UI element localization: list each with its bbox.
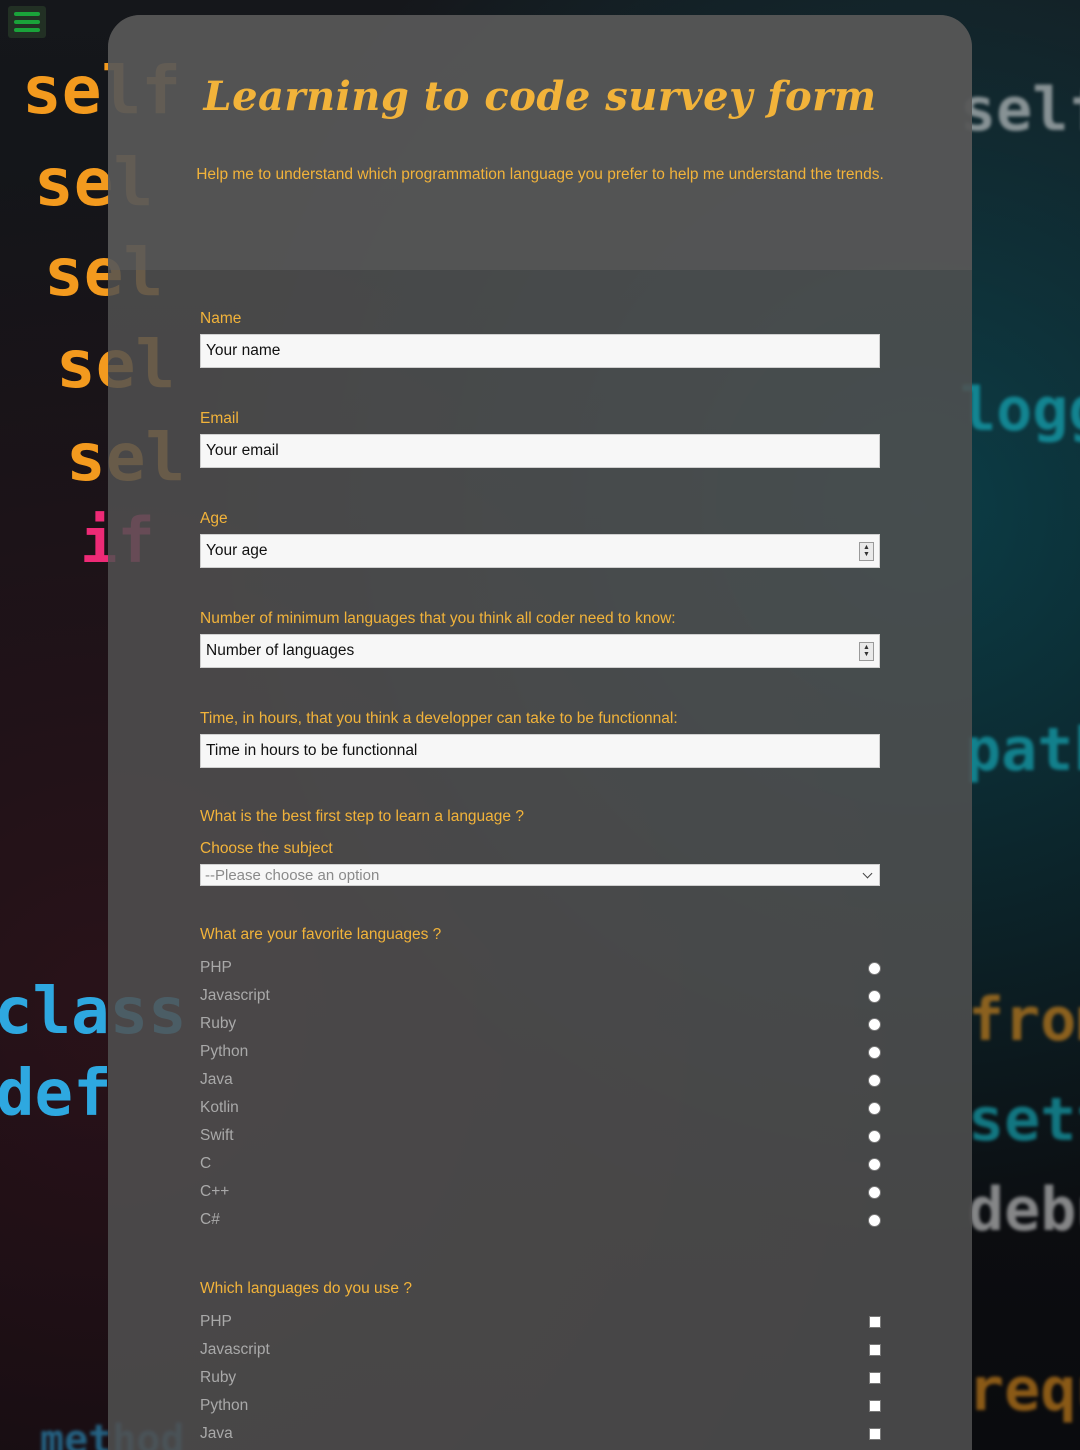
time-group: Time, in hours, that you think a develop… bbox=[200, 710, 880, 768]
name-group: Name Your name bbox=[200, 310, 880, 368]
option-label: C bbox=[200, 1155, 212, 1172]
option-label: Swift bbox=[200, 1127, 234, 1144]
list-item[interactable]: Swift bbox=[200, 1122, 881, 1150]
favorite-languages-list: PHP Javascript Ruby Python Java Kotlin Swift C C… bbox=[200, 954, 881, 1234]
age-spinner[interactable]: ▲ ▼ bbox=[859, 541, 874, 561]
spinner-up-icon: ▲ bbox=[863, 544, 870, 551]
option-label: Ruby bbox=[200, 1015, 237, 1032]
bg-code-word: def bbox=[0, 1057, 112, 1131]
email-input[interactable]: Your email bbox=[200, 434, 880, 468]
bg-code-word: from_settings(cls, bbox=[968, 985, 1080, 1055]
checkbox[interactable] bbox=[869, 1400, 881, 1412]
option-label: Python bbox=[200, 1043, 249, 1060]
first-step-group: What is the best first step to learn a l… bbox=[200, 808, 880, 886]
first-step-question: What is the best first step to learn a l… bbox=[200, 808, 524, 825]
radio-button[interactable] bbox=[868, 989, 881, 1003]
time-placeholder: Time in hours to be functionnal bbox=[206, 742, 418, 759]
checkbox[interactable] bbox=[869, 1344, 881, 1356]
used-languages-list: PHP Javascript Ruby Python Java bbox=[200, 1308, 881, 1448]
list-item[interactable]: Python bbox=[200, 1392, 881, 1420]
form-header: Learning to code survey form Help me to … bbox=[108, 15, 972, 270]
subject-selected-value: --Please choose an option bbox=[205, 866, 380, 884]
option-label: PHP bbox=[200, 1313, 232, 1330]
radio-button[interactable] bbox=[868, 1129, 881, 1143]
list-item[interactable]: Javascript bbox=[200, 1336, 881, 1364]
option-label: C++ bbox=[200, 1183, 230, 1200]
survey-form-panel: Learning to code survey form Help me to … bbox=[108, 15, 972, 1450]
bg-code-word: debug bbox=[968, 1175, 1080, 1245]
list-item[interactable]: Java bbox=[200, 1066, 881, 1094]
form-description: Help me to understand which programmatio… bbox=[196, 166, 884, 183]
spinner-down-icon: ▼ bbox=[863, 551, 870, 558]
menu-button[interactable] bbox=[8, 6, 46, 38]
checkbox[interactable] bbox=[869, 1372, 881, 1384]
radio-button[interactable] bbox=[868, 1213, 881, 1227]
option-label: Python bbox=[200, 1397, 249, 1414]
option-label: Java bbox=[200, 1425, 233, 1442]
languages-count-spinner[interactable]: ▲ ▼ bbox=[859, 641, 874, 661]
list-item[interactable]: PHP bbox=[200, 954, 881, 982]
subject-select[interactable]: --Please choose an option bbox=[200, 864, 880, 886]
bg-code-word: self.file bbox=[960, 75, 1080, 145]
radio-button[interactable] bbox=[868, 1073, 881, 1087]
age-placeholder: Your age bbox=[206, 542, 268, 559]
radio-button[interactable] bbox=[868, 1101, 881, 1115]
languages-count-group: Number of minimum languages that you thi… bbox=[200, 610, 880, 668]
radio-button[interactable] bbox=[868, 1017, 881, 1031]
radio-button[interactable] bbox=[868, 1185, 881, 1199]
age-label: Age bbox=[200, 510, 228, 527]
time-input[interactable]: Time in hours to be functionnal bbox=[200, 734, 880, 768]
option-label: Java bbox=[200, 1071, 233, 1088]
list-item[interactable]: Ruby bbox=[200, 1364, 881, 1392]
languages-count-placeholder: Number of languages bbox=[206, 642, 355, 659]
list-item[interactable]: PHP bbox=[200, 1308, 881, 1336]
time-label: Time, in hours, that you think a develop… bbox=[200, 710, 678, 727]
list-item[interactable]: Python bbox=[200, 1038, 881, 1066]
radio-button[interactable] bbox=[868, 1045, 881, 1059]
form-body: Name Your name Email Your email Age Your… bbox=[108, 270, 972, 1448]
used-languages-group: Which languages do you use ? PHP Javascri… bbox=[200, 1280, 881, 1448]
bg-code-word: request_seen(self, bbox=[968, 1355, 1080, 1425]
age-group: Age Your age ▲ ▼ bbox=[200, 510, 880, 568]
list-item[interactable]: Javascript bbox=[200, 982, 881, 1010]
name-label: Name bbox=[200, 310, 242, 327]
favorite-languages-group: What are your favorite languages ? PHP Ja… bbox=[200, 926, 881, 1234]
favorite-languages-question: What are your favorite languages ? bbox=[200, 926, 442, 943]
list-item[interactable]: Kotlin bbox=[200, 1094, 881, 1122]
spinner-up-icon: ▲ bbox=[863, 644, 870, 651]
chevron-down-icon bbox=[862, 868, 873, 879]
list-item[interactable]: C++ bbox=[200, 1178, 881, 1206]
email-label: Email bbox=[200, 410, 239, 427]
used-languages-question: Which languages do you use ? bbox=[200, 1280, 412, 1297]
subject-label: Choose the subject bbox=[200, 840, 333, 857]
radio-button[interactable] bbox=[868, 1157, 881, 1171]
list-item[interactable]: Java bbox=[200, 1420, 881, 1448]
name-placeholder: Your name bbox=[206, 342, 281, 359]
email-placeholder: Your email bbox=[206, 442, 279, 459]
checkbox[interactable] bbox=[869, 1316, 881, 1328]
option-label: Javascript bbox=[200, 987, 270, 1004]
list-item[interactable]: C bbox=[200, 1150, 881, 1178]
bg-code-word: settings. bbox=[968, 1085, 1080, 1155]
email-group: Email Your email bbox=[200, 410, 880, 468]
radio-button[interactable] bbox=[868, 961, 881, 975]
page-title: Learning to code survey form bbox=[203, 73, 877, 120]
option-label: PHP bbox=[200, 959, 232, 976]
option-label: C# bbox=[200, 1211, 220, 1228]
option-label: Ruby bbox=[200, 1369, 237, 1386]
name-input[interactable]: Your name bbox=[200, 334, 880, 368]
option-label: Javascript bbox=[200, 1341, 270, 1358]
option-label: Kotlin bbox=[200, 1099, 239, 1116]
spinner-down-icon: ▼ bbox=[863, 651, 870, 658]
bg-code-word: path: bbox=[965, 715, 1080, 785]
hamburger-icon bbox=[14, 12, 40, 16]
bg-code-word: logger bbox=[960, 375, 1080, 445]
age-input[interactable]: Your age ▲ ▼ bbox=[200, 534, 880, 568]
list-item[interactable]: C# bbox=[200, 1206, 881, 1234]
list-item[interactable]: Ruby bbox=[200, 1010, 881, 1038]
checkbox[interactable] bbox=[869, 1428, 881, 1440]
languages-count-input[interactable]: Number of languages ▲ ▼ bbox=[200, 634, 880, 668]
languages-count-label: Number of minimum languages that you thi… bbox=[200, 610, 676, 627]
